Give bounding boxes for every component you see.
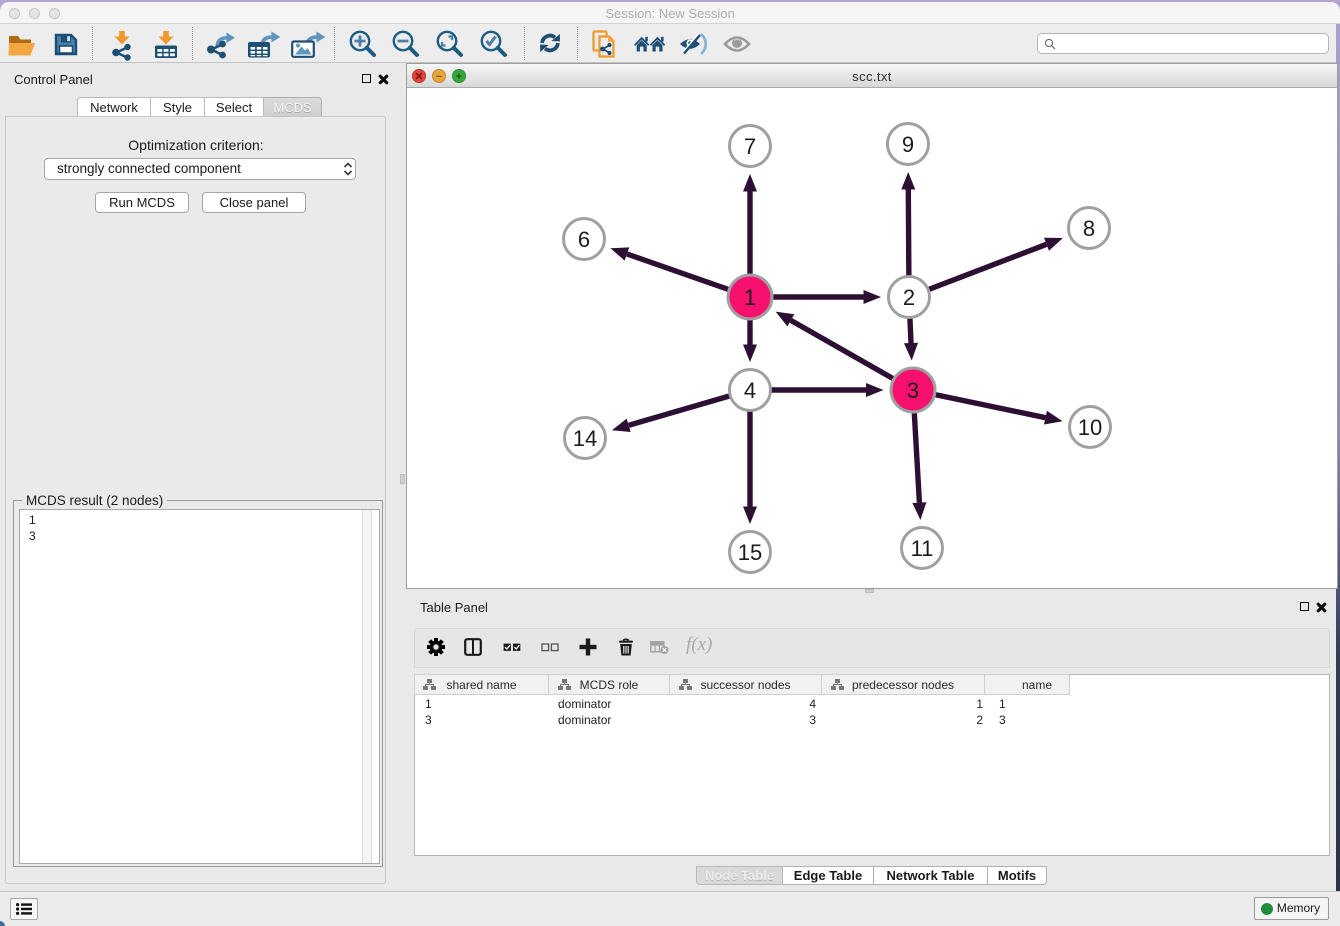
svg-text:3: 3 xyxy=(907,378,919,403)
svg-text:6: 6 xyxy=(578,227,590,252)
svg-text:8: 8 xyxy=(1083,216,1095,241)
svg-text:14: 14 xyxy=(573,426,597,451)
svg-text:11: 11 xyxy=(911,536,934,561)
svg-text:7: 7 xyxy=(744,134,756,159)
svg-text:10: 10 xyxy=(1078,415,1102,440)
svg-text:1: 1 xyxy=(744,285,756,310)
svg-text:2: 2 xyxy=(903,285,915,310)
svg-text:4: 4 xyxy=(744,378,756,403)
svg-text:15: 15 xyxy=(738,540,762,565)
svg-text:9: 9 xyxy=(902,132,914,157)
